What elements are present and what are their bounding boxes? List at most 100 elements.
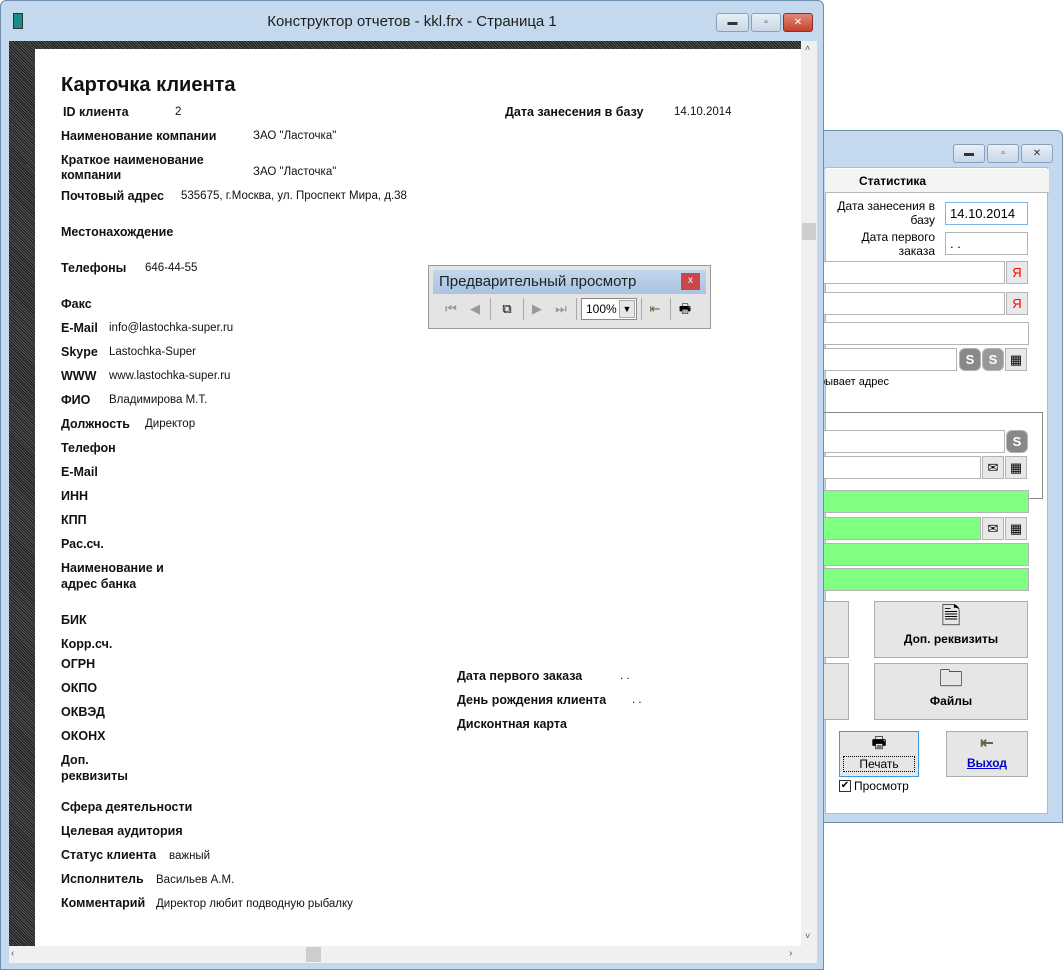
- contact-skype-input[interactable]: [819, 430, 1005, 453]
- scroll-down-icon[interactable]: ˅: [805, 931, 810, 941]
- inn-label: ИНН: [61, 489, 89, 503]
- table-icon[interactable]: ▦: [1005, 456, 1027, 479]
- table-icon[interactable]: ▦: [1005, 348, 1027, 371]
- extra-label-2: реквизиты: [61, 769, 128, 783]
- bik-label: БИК: [61, 613, 87, 627]
- short-name-value: ЗАО "Ласточка": [253, 166, 337, 178]
- contact-email-input[interactable]: [819, 456, 981, 479]
- id-value: 2: [175, 106, 182, 118]
- account-label: Рас.сч.: [61, 537, 104, 551]
- sphere-label: Сфера деятельности: [61, 800, 193, 814]
- exit-button[interactable]: ⇤ Выход: [946, 731, 1028, 777]
- discount-label: Дисконтная карта: [457, 717, 567, 731]
- mail-icon[interactable]: ✉: [982, 517, 1004, 540]
- phones-value: 646-44-55: [145, 262, 198, 274]
- exit-door-icon[interactable]: ⇤: [645, 299, 665, 319]
- id-label: ID клиента: [63, 105, 129, 119]
- skype-call-icon[interactable]: S: [982, 348, 1004, 371]
- files-button[interactable]: 🗀 Файлы: [874, 663, 1028, 720]
- email-value: info@lastochka-super.ru: [109, 322, 234, 334]
- fax-label: Факс: [61, 297, 92, 311]
- vertical-scrollbar[interactable]: ˄ ˅: [801, 41, 817, 946]
- maximize-button[interactable]: ▫: [751, 13, 781, 32]
- skype-value: Lastochka-Super: [109, 346, 196, 358]
- date-value: 14.10.2014: [674, 106, 732, 118]
- email-label: E-Mail: [61, 321, 98, 335]
- fio-value: Владимирова М.Т.: [109, 394, 208, 406]
- position-label: Должность: [61, 417, 130, 431]
- horizontal-scrollbar[interactable]: ‹ ›: [9, 946, 817, 963]
- date-added-input[interactable]: 14.10.2014: [945, 202, 1028, 225]
- date-added-label: Дата занесения в базу: [837, 199, 935, 227]
- table-icon[interactable]: ▦: [1005, 517, 1027, 540]
- scroll-left-icon[interactable]: ‹: [11, 948, 14, 959]
- scroll-thumb-h[interactable]: [306, 947, 321, 962]
- mail-icon[interactable]: ✉: [982, 456, 1004, 479]
- printer-icon[interactable]: 🖶: [675, 299, 695, 319]
- scroll-thumb[interactable]: [802, 223, 816, 240]
- fio-label: ФИО: [61, 393, 91, 407]
- yandex-map-button[interactable]: Я: [1006, 261, 1028, 284]
- preview-checkbox[interactable]: ✔: [839, 780, 851, 792]
- skype-label: Skype: [61, 345, 98, 359]
- www-label: WWW: [61, 369, 97, 383]
- maximize-button[interactable]: ▫: [987, 144, 1019, 163]
- print-button[interactable]: 🖶 Печать: [839, 731, 919, 777]
- skype-input[interactable]: [819, 348, 957, 371]
- green-input-1[interactable]: [819, 490, 1029, 513]
- close-button[interactable]: ✕: [783, 13, 813, 32]
- first-order-label: Дата первого заказа: [861, 230, 935, 258]
- short-name-label: Краткое наименование: [61, 153, 204, 167]
- bank-label-2: адрес банка: [61, 577, 137, 591]
- email2-label: E-Mail: [61, 465, 98, 479]
- first-order-label: Дата первого заказа: [457, 669, 583, 683]
- address-input-2[interactable]: [819, 292, 1005, 315]
- prev-page-icon[interactable]: ◀: [465, 299, 485, 319]
- minimize-button[interactable]: ▬: [953, 144, 985, 163]
- yandex-map-button-2[interactable]: Я: [1006, 292, 1028, 315]
- last-page-icon[interactable]: ⏭: [551, 299, 571, 319]
- exit-door-icon: ⇤: [980, 735, 994, 752]
- zoom-select[interactable]: 100% ▼: [581, 298, 637, 320]
- postal-value: 535675, г.Москва, ул. Проспект Мира, д.3…: [181, 190, 407, 202]
- date-label: Дата занесения в базу: [505, 105, 644, 119]
- close-button[interactable]: ✕: [1021, 144, 1053, 163]
- okonh-label: ОКОНХ: [61, 729, 106, 743]
- first-order-value: . .: [620, 670, 630, 682]
- address-hint: рывает адрес: [819, 376, 889, 388]
- kpp-label: КПП: [61, 513, 87, 527]
- toolbar-close-button[interactable]: x: [681, 273, 700, 290]
- minimize-button[interactable]: ▬: [716, 13, 749, 32]
- tab-statistics[interactable]: Статистика: [859, 174, 926, 188]
- birthday-value: . .: [632, 694, 642, 706]
- preview-toolbar: Предварительный просмотр x ⏮ ◀ ⧉ ▶ ⏭ 100…: [428, 265, 711, 329]
- text-input[interactable]: [819, 322, 1029, 345]
- phone-label: Телефон: [61, 441, 116, 455]
- green-input-2[interactable]: [819, 517, 981, 540]
- next-page-icon[interactable]: ▶: [527, 299, 547, 319]
- chevron-down-icon[interactable]: ▼: [619, 300, 635, 318]
- okpo-label: ОКПО: [61, 681, 98, 695]
- extra-details-button[interactable]: 🗎 Доп. реквизиты: [874, 601, 1028, 658]
- audience-label: Целевая аудитория: [61, 824, 183, 838]
- report-heading: Карточка клиента: [61, 74, 236, 96]
- green-input-4[interactable]: [819, 568, 1029, 591]
- bank-label: Наименование и: [61, 561, 164, 575]
- extra-label: Доп.: [61, 753, 89, 767]
- company-label: Наименование компании: [61, 129, 217, 143]
- document-icon: 🗎: [941, 603, 961, 630]
- first-order-input[interactable]: . .: [945, 232, 1028, 255]
- green-input-3[interactable]: [819, 543, 1029, 566]
- scroll-up-icon[interactable]: ˄: [805, 43, 810, 53]
- short-name-label-2: компании: [61, 168, 122, 182]
- corr-label: Корр.сч.: [61, 637, 113, 651]
- first-page-icon[interactable]: ⏮: [441, 299, 461, 319]
- address-input-1[interactable]: [819, 261, 1005, 284]
- skype-icon[interactable]: S: [959, 348, 981, 371]
- printer-icon: 🖶: [871, 735, 887, 752]
- skype-icon[interactable]: S: [1006, 430, 1028, 453]
- copy-pages-icon[interactable]: ⧉: [497, 299, 517, 319]
- scroll-right-icon[interactable]: ›: [789, 948, 792, 959]
- window-title: Конструктор отчетов - kkl.frx - Страница…: [267, 13, 557, 30]
- phones-label: Телефоны: [61, 261, 127, 275]
